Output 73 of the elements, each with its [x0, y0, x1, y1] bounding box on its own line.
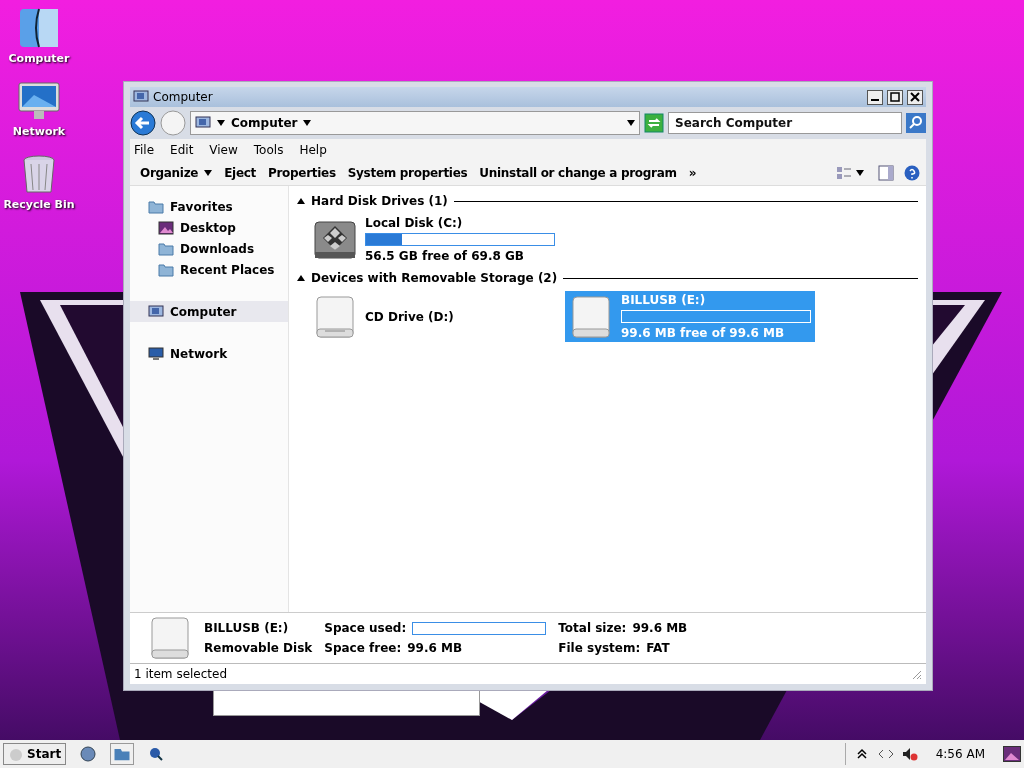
- minimize-button[interactable]: [867, 89, 883, 105]
- maximize-button[interactable]: [887, 89, 903, 105]
- drive-name: BILLUSB (E:): [204, 621, 290, 635]
- nav-item[interactable]: Network: [130, 343, 288, 364]
- address-bar[interactable]: Computer: [190, 111, 640, 135]
- menu-item[interactable]: View: [209, 143, 238, 157]
- search-field[interactable]: Search Computer: [668, 112, 902, 134]
- cd-drive-icon: [313, 294, 357, 339]
- field-label: Total size:: [558, 621, 627, 635]
- caret-icon: [627, 120, 635, 126]
- nav-item[interactable]: Recent Places: [130, 259, 288, 280]
- refresh-button[interactable]: [644, 113, 664, 133]
- speaker-muted-icon[interactable]: [901, 746, 918, 762]
- maximize-icon: [890, 92, 900, 102]
- desktop-icon: [158, 219, 174, 236]
- folder-icon: [158, 261, 174, 278]
- toolbar-button[interactable]: Organize: [136, 164, 217, 182]
- field-value: 99.6 MB: [407, 641, 463, 655]
- caret-icon: [217, 120, 225, 126]
- clock: 4:56 AM: [935, 747, 985, 761]
- nav-item[interactable]: Computer: [130, 301, 288, 322]
- more-button[interactable]: »: [684, 164, 701, 182]
- globe-icon[interactable]: [80, 746, 97, 762]
- desktop-icon-label[interactable]: Recycle Bin: [3, 198, 75, 211]
- nav-item[interactable]: Favorites: [130, 196, 288, 217]
- caret-icon: [303, 120, 312, 126]
- close-button[interactable]: [907, 89, 923, 105]
- drive-item[interactable]: Local Disk (C:) 56.5 GB free of 69.8 GB: [309, 214, 557, 265]
- toolbar-button[interactable]: Uninstall or change a program: [475, 164, 681, 182]
- group-header: Devices with Removable Storage (2): [311, 271, 558, 285]
- close-icon: [910, 92, 920, 102]
- drive-type: Removable Disk: [204, 641, 313, 655]
- nav-item[interactable]: Downloads: [130, 238, 288, 259]
- status-text: 1 item selected: [134, 667, 228, 681]
- removable-drive-icon: [569, 294, 613, 339]
- monitor-icon: [148, 345, 164, 362]
- menu-item[interactable]: File: [134, 143, 155, 157]
- field-label: Space free:: [324, 641, 402, 655]
- field-label: Space used:: [324, 621, 407, 635]
- desktop-icon-label[interactable]: Network: [12, 125, 66, 138]
- field-value: 99.6 MB: [632, 621, 688, 635]
- back-button[interactable]: [130, 110, 156, 136]
- folder-taskbar-icon[interactable]: [110, 743, 135, 765]
- menu-item[interactable]: Edit: [170, 143, 194, 157]
- toolbar-button[interactable]: Eject: [220, 164, 260, 182]
- resize-grip-icon[interactable]: [910, 668, 922, 680]
- drive-item[interactable]: CD Drive (D:): [309, 291, 557, 342]
- folder-icon: [148, 198, 164, 215]
- window-title: Computer: [153, 90, 214, 104]
- field-value: FAT: [646, 641, 670, 655]
- address-icon: [195, 115, 211, 131]
- menu-item[interactable]: Help: [299, 143, 327, 157]
- collapse-icon[interactable]: [297, 198, 305, 204]
- menu-item[interactable]: Tools: [253, 143, 284, 157]
- show-desktop-icon[interactable]: [1003, 746, 1021, 762]
- search-icon[interactable]: [906, 113, 926, 133]
- window-icon: [133, 89, 149, 105]
- collapse-icon[interactable]: [297, 275, 305, 281]
- help-icon[interactable]: [904, 165, 920, 181]
- caret-icon[interactable]: [856, 170, 864, 176]
- computer-icon: [148, 303, 164, 320]
- removable-drive-icon: [148, 616, 192, 660]
- desktop-icon-label[interactable]: Computer: [8, 52, 70, 65]
- folder-icon: [158, 240, 174, 257]
- nav-item[interactable]: Desktop: [130, 217, 288, 238]
- start-button[interactable]: Start: [3, 743, 67, 765]
- toolbar-button[interactable]: System properties: [343, 164, 472, 182]
- start-icon: [8, 746, 24, 762]
- toolbar-button[interactable]: Properties: [264, 164, 340, 182]
- group-header: Hard Disk Drives (1): [311, 194, 448, 208]
- magnifier-icon[interactable]: [148, 746, 165, 762]
- minimize-icon: [871, 99, 879, 101]
- field-label: File system:: [558, 641, 641, 655]
